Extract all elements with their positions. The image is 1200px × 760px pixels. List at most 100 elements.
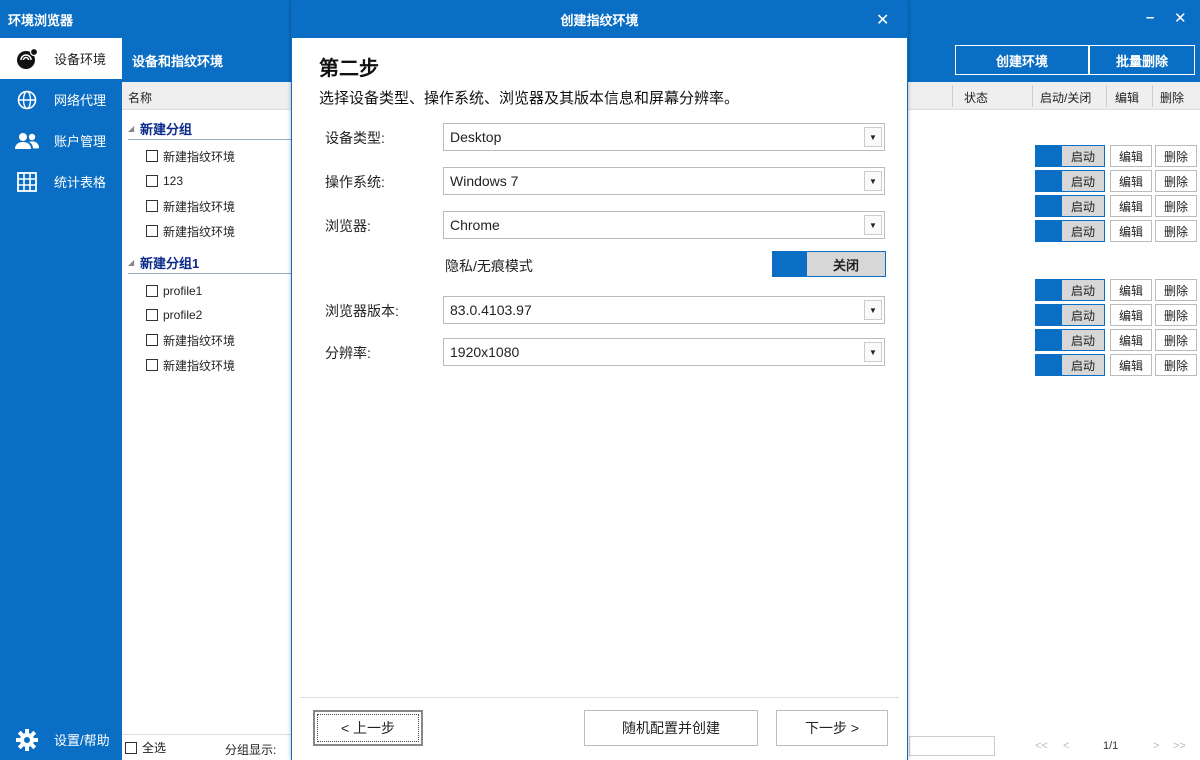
delete-button[interactable]: 删除 <box>1155 145 1197 167</box>
delete-button[interactable]: 删除 <box>1155 354 1197 376</box>
tree-group[interactable]: ◢ 新建分组1 <box>128 252 292 274</box>
create-env-button[interactable]: 创建环境 <box>955 45 1089 75</box>
list-toolbar: 创建环境 批量删除 <box>907 38 1200 82</box>
app-title: 环境浏览器 <box>8 13 74 28</box>
close-window-button[interactable]: ✕ <box>1174 9 1187 27</box>
select-all-label: 全选 <box>142 741 167 755</box>
edit-button[interactable]: 编辑 <box>1110 304 1152 326</box>
table-header: 状态 启动/关闭 编辑 删除 <box>907 82 1200 110</box>
checkbox[interactable] <box>146 200 158 212</box>
tree-item[interactable]: 新建指纹环境 <box>146 221 235 241</box>
sidebar-item-settings[interactable]: 设置/帮助 <box>0 719 122 760</box>
tree-item[interactable]: 新建指纹环境 <box>146 146 235 166</box>
browser-label: 浏览器: <box>325 218 371 234</box>
sidebar-item-label: 网络代理 <box>54 93 107 108</box>
device-type-select[interactable]: Desktop ▼ <box>443 123 885 151</box>
delete-button[interactable]: 删除 <box>1155 304 1197 326</box>
dialog-close-button[interactable]: ✕ <box>876 10 889 30</box>
tree-footer: 全选 分组显示: <box>122 734 292 760</box>
tree-item[interactable]: 新建指纹环境 <box>146 330 235 350</box>
grid-icon <box>0 171 54 192</box>
sidebar-item-proxy[interactable]: 网络代理 <box>0 79 122 120</box>
select-all-checkbox[interactable] <box>125 741 137 754</box>
browser-value: Chrome <box>450 217 500 233</box>
tree-item-label: 123 <box>163 174 184 188</box>
sidebar-item-accounts[interactable]: 账户管理 <box>0 120 122 161</box>
step-description: 选择设备类型、操作系统、浏览器及其版本信息和屏幕分辨率。 <box>319 90 740 107</box>
start-toggle[interactable]: 启动 <box>1035 145 1105 167</box>
tree-item[interactable]: profile2 <box>146 305 202 325</box>
checkbox[interactable] <box>146 309 158 321</box>
sidebar-item-stats[interactable]: 统计表格 <box>0 161 122 202</box>
delete-button[interactable]: 删除 <box>1155 329 1197 351</box>
edit-button[interactable]: 编辑 <box>1110 329 1152 351</box>
prev-page-button[interactable]: < <box>1063 740 1069 752</box>
checkbox[interactable] <box>146 285 158 297</box>
tree-item-label: profile2 <box>163 308 203 322</box>
chevron-down-icon[interactable]: ▼ <box>864 171 882 191</box>
checkbox[interactable] <box>146 150 158 162</box>
tree-item[interactable]: 新建指纹环境 <box>146 355 235 375</box>
privacy-mode-toggle[interactable]: 关闭 <box>772 251 886 277</box>
start-toggle[interactable]: 启动 <box>1035 279 1105 301</box>
next-page-button[interactable]: > <box>1153 740 1159 752</box>
column-toggle: 启动/关闭 <box>1040 91 1092 105</box>
divider <box>300 697 899 698</box>
edit-button[interactable]: 编辑 <box>1110 354 1152 376</box>
dialog-title: 创建指纹环境 <box>292 0 907 38</box>
start-toggle[interactable]: 启动 <box>1035 220 1105 242</box>
expand-arrow-icon[interactable]: ◢ <box>128 124 140 133</box>
minimize-button[interactable]: – <box>1146 9 1154 26</box>
delete-button[interactable]: 删除 <box>1155 195 1197 217</box>
random-create-button[interactable]: 随机配置并创建 <box>584 710 758 746</box>
last-page-button[interactable]: >> <box>1173 740 1186 752</box>
browser-select[interactable]: Chrome ▼ <box>443 211 885 239</box>
start-toggle[interactable]: 启动 <box>1035 304 1105 326</box>
tree-item[interactable]: 123 <box>146 171 183 191</box>
delete-button[interactable]: 删除 <box>1155 220 1197 242</box>
checkbox[interactable] <box>146 175 158 187</box>
tree-header: 设备和指纹环境 <box>122 38 292 82</box>
start-toggle[interactable]: 启动 <box>1035 195 1105 217</box>
first-page-button[interactable]: << <box>1035 740 1048 752</box>
chevron-down-icon[interactable]: ▼ <box>864 342 882 362</box>
chevron-down-icon[interactable]: ▼ <box>864 127 882 147</box>
tree-panel: 设备和指纹环境 名称 ◢ 新建分组 新建指纹环境 123 新建指纹环境 新建指纹… <box>122 38 292 760</box>
delete-button[interactable]: 删除 <box>1155 170 1197 192</box>
edit-button[interactable]: 编辑 <box>1110 170 1152 192</box>
start-toggle[interactable]: 启动 <box>1035 170 1105 192</box>
edit-button[interactable]: 编辑 <box>1110 195 1152 217</box>
edit-button[interactable]: 编辑 <box>1110 145 1152 167</box>
checkbox[interactable] <box>146 334 158 346</box>
chevron-down-icon[interactable]: ▼ <box>864 300 882 320</box>
tree-group[interactable]: ◢ 新建分组 <box>128 118 292 140</box>
tree-item[interactable]: profile1 <box>146 281 202 301</box>
browser-version-select[interactable]: 83.0.4103.97 ▼ <box>443 296 885 324</box>
next-step-button[interactable]: 下一步 > <box>776 710 888 746</box>
page-input[interactable] <box>909 736 995 756</box>
chevron-down-icon[interactable]: ▼ <box>864 215 882 235</box>
device-type-label: 设备类型: <box>325 130 385 146</box>
os-select[interactable]: Windows 7 ▼ <box>443 167 885 195</box>
checkbox[interactable] <box>146 225 158 237</box>
edit-button[interactable]: 编辑 <box>1110 279 1152 301</box>
sidebar-item-device-env[interactable]: 设备环境 <box>0 38 122 79</box>
table-row: 启动 编辑 删除 <box>1035 329 1200 351</box>
users-icon <box>0 132 54 150</box>
tree-item-label: profile1 <box>163 284 203 298</box>
checkbox[interactable] <box>146 359 158 371</box>
expand-arrow-icon[interactable]: ◢ <box>128 258 140 267</box>
resolution-select[interactable]: 1920x1080 ▼ <box>443 338 885 366</box>
delete-button[interactable]: 删除 <box>1155 279 1197 301</box>
group-name: 新建分组1 <box>140 256 200 271</box>
prev-step-button[interactable]: < 上一步 <box>313 710 423 746</box>
start-toggle[interactable]: 启动 <box>1035 354 1105 376</box>
batch-delete-button[interactable]: 批量删除 <box>1089 45 1195 75</box>
resolution-value: 1920x1080 <box>450 344 520 360</box>
column-header-name: 名称 <box>122 82 292 110</box>
tree-item[interactable]: 新建指纹环境 <box>146 196 235 216</box>
start-toggle[interactable]: 启动 <box>1035 329 1105 351</box>
edit-button[interactable]: 编辑 <box>1110 220 1152 242</box>
device-type-value: Desktop <box>450 129 502 145</box>
tree-item-label: 新建指纹环境 <box>163 358 236 373</box>
